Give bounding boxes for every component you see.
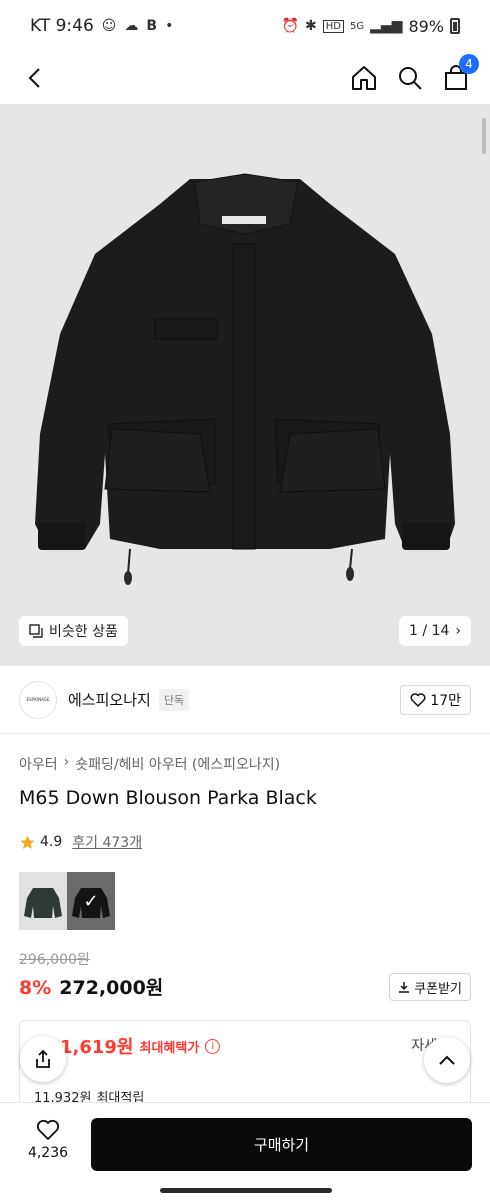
b-icon: B [146,18,158,34]
cloud-icon: ☁ [124,18,139,34]
status-bar: KT 9:46 ☺ ☁ B • ⏰ ✱ HD 5G ▂▄▆ 89% [0,0,490,52]
color-options: ✓ [19,872,115,930]
cart-button[interactable]: 4 [442,54,479,92]
face-icon: ☺ [101,18,117,34]
thumbnail-image [24,888,62,918]
max-benefit-row: 1,619원 최대혜택가 i [60,1033,221,1059]
chevron-right-icon: › [455,623,461,639]
brand-like-count: 17만 [430,692,461,709]
carrier-time: KT 9:46 [30,16,94,36]
top-app-bar: 4 [0,52,490,104]
scrollbar[interactable] [482,118,486,154]
max-benefit-label: 최대혜택가 [139,1040,200,1056]
battery-icon [450,18,460,34]
product-like-button[interactable]: 4,236 [20,1119,76,1161]
max-benefit-price: 1,619원 [60,1037,134,1058]
product-image-carousel[interactable]: 비슷한 상품 1 / 14 › [0,104,490,666]
image-counter[interactable]: 1 / 14 › [399,616,471,646]
search-button[interactable] [396,64,424,92]
share-icon [36,1049,50,1068]
check-icon: ✓ [83,890,99,912]
product-title: M65 Down Blouson Parka Black [19,787,317,809]
header-actions: 4 [350,54,479,92]
color-option-green[interactable] [19,872,67,930]
heart-icon [36,1119,60,1140]
rating-value: 4.9 [40,834,63,850]
chevron-right-icon: › [63,754,70,770]
breadcrumb: 아우터 › 숏패딩/헤비 아우터 (에스피오나지) [19,754,280,774]
heart-icon [410,692,426,707]
gesture-nav-handle[interactable] [160,1188,332,1193]
battery-percent: 89% [408,16,444,36]
color-option-black-selected[interactable]: ✓ [67,872,115,930]
status-left: KT 9:46 ☺ ☁ B • [30,16,173,36]
download-icon [399,982,410,993]
brand-logo-text: ESPIONAGE [26,697,50,702]
review-count-link[interactable]: 후기 473개 [72,832,142,852]
scroll-to-top-button[interactable] [424,1037,470,1083]
star-icon [20,834,35,849]
similar-products-label: 비슷한 상품 [49,624,118,640]
home-icon [352,66,376,90]
share-button[interactable] [20,1036,66,1082]
image-counter-text: 1 / 14 [409,623,450,639]
info-icon[interactable]: i [205,1038,221,1054]
brand-like-button[interactable]: 17만 [400,684,471,715]
back-arrow-icon [28,68,40,88]
back-button[interactable] [20,64,48,92]
buy-button-label: 구매하기 [253,1136,310,1154]
home-button[interactable] [350,64,378,92]
rating-row: 4.9 후기 473개 [19,832,142,852]
original-price: 296,000원 [19,952,90,968]
discount-rate: 8% [19,977,52,999]
cart-count-badge: 4 [459,54,479,74]
similar-products-button[interactable]: 비슷한 상품 [19,616,128,646]
coupon-label: 쿠폰받기 [414,981,462,997]
breadcrumb-item[interactable]: 아우터 [19,754,58,774]
bottom-action-bar: 4,236 구매하기 [0,1102,490,1182]
product-image [35,173,455,585]
coupon-button[interactable]: 쿠폰받기 [389,973,471,1001]
bluetooth-icon: ✱ [305,18,317,34]
similar-items-icon [29,624,43,638]
alarm-icon: ⏰ [281,18,300,34]
status-right: ⏰ ✱ HD 5G ▂▄▆ 89% [282,17,460,36]
exclusive-tag: 단독 [158,688,190,711]
buy-button[interactable]: 구매하기 [91,1118,472,1171]
search-icon [399,67,422,90]
signal-icon: ▂▄▆ [370,18,403,34]
hd-icon: HD [322,19,344,33]
brand-logo[interactable]: ESPIONAGE [19,680,57,719]
chevron-up-icon [439,1055,455,1065]
dot-icon: • [165,18,174,34]
5g-icon: 5G [350,20,365,32]
brand-name[interactable]: 에스피오나지 [68,689,151,710]
brand-row[interactable]: ESPIONAGE 에스피오나지 단독 17만 [0,666,490,734]
breadcrumb-item[interactable]: 숏패딩/헤비 아우터 (에스피오나지) [75,754,280,774]
price-row: 8% 272,000원 [19,973,163,1000]
product-like-count: 4,236 [27,1145,69,1161]
sale-price: 272,000원 [59,977,164,999]
